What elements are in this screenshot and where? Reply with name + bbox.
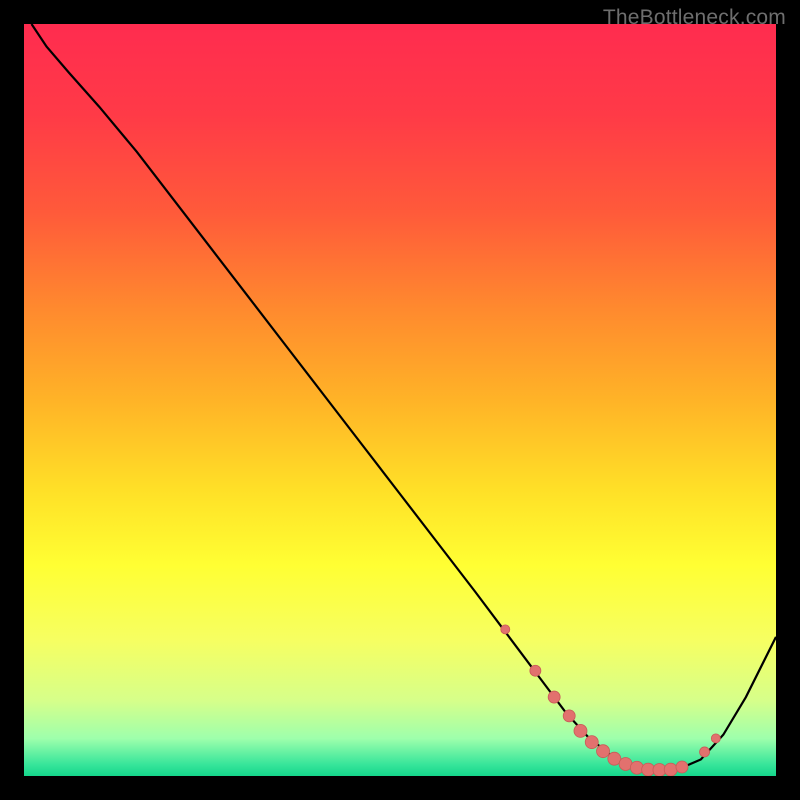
marker-point — [548, 691, 560, 703]
marker-point — [630, 761, 643, 774]
marker-point — [574, 724, 587, 737]
plot-area — [24, 24, 776, 776]
marker-point — [597, 745, 610, 758]
watermark-text: TheBottleneck.com — [603, 6, 786, 30]
marker-point — [676, 761, 688, 773]
marker-point — [530, 665, 541, 676]
marker-point — [711, 734, 720, 743]
marker-point — [563, 710, 575, 722]
chart-svg — [24, 24, 776, 776]
marker-point — [501, 625, 510, 634]
marker-point — [700, 747, 710, 757]
gradient-background — [24, 24, 776, 776]
marker-point — [585, 736, 598, 749]
marker-point — [664, 763, 677, 776]
chart-stage: TheBottleneck.com — [0, 0, 800, 800]
